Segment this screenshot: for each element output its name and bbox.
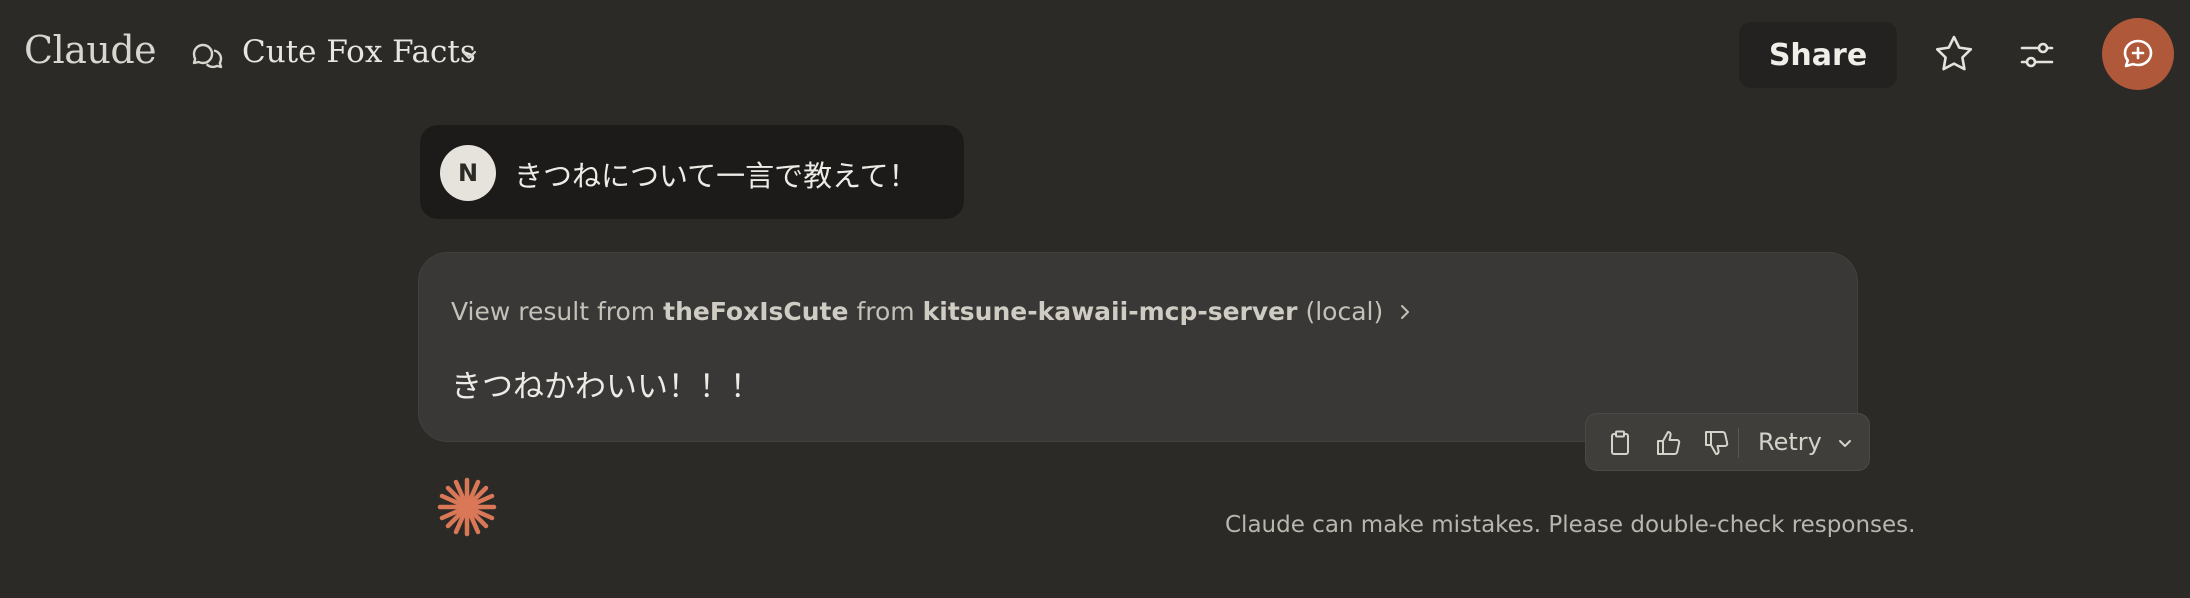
chevron-down-icon[interactable] bbox=[1836, 434, 1854, 452]
share-button[interactable]: Share bbox=[1739, 22, 1897, 88]
tool-result-prefix: View result from bbox=[451, 297, 656, 326]
chat-bubbles-icon bbox=[192, 43, 223, 69]
retry-button[interactable]: Retry bbox=[1758, 428, 1822, 456]
conversation-title[interactable]: Cute Fox Facts bbox=[242, 34, 476, 70]
tool-name: theFoxIsCute bbox=[663, 297, 849, 326]
claude-spark-icon bbox=[437, 477, 497, 537]
user-message: N きつねについて一言で教えて！ bbox=[420, 125, 964, 219]
user-message-text: きつねについて一言で教えて！ bbox=[514, 159, 918, 193]
tool-result-link[interactable]: View result from theFoxIsCute from kitsu… bbox=[451, 297, 1413, 326]
thumbs-down-icon[interactable] bbox=[1702, 429, 1730, 457]
server-scope: (local) bbox=[1305, 297, 1384, 326]
thumbs-up-icon[interactable] bbox=[1654, 429, 1682, 457]
copy-icon[interactable] bbox=[1606, 429, 1634, 457]
top-bar: Claude Cute Fox Facts Share bbox=[0, 0, 2190, 110]
disclaimer-text: Claude can make mistakes. Please double-… bbox=[1225, 512, 1916, 538]
chevron-right-icon bbox=[1401, 304, 1410, 319]
message-actions: Retry bbox=[1585, 413, 1870, 471]
chevron-down-icon[interactable] bbox=[458, 44, 480, 66]
app-logo[interactable]: Claude bbox=[24, 28, 157, 72]
new-chat-button[interactable] bbox=[2102, 18, 2174, 90]
new-chat-icon bbox=[2123, 39, 2153, 68]
star-icon[interactable] bbox=[1932, 32, 1976, 76]
tool-from-label: from bbox=[856, 297, 915, 326]
sliders-icon[interactable] bbox=[2016, 34, 2058, 76]
avatar[interactable]: N bbox=[440, 145, 496, 201]
divider bbox=[1738, 428, 1739, 458]
assistant-answer: きつねかわいい！！！ bbox=[451, 369, 761, 405]
server-name: kitsune-kawaii-mcp-server bbox=[922, 297, 1298, 326]
